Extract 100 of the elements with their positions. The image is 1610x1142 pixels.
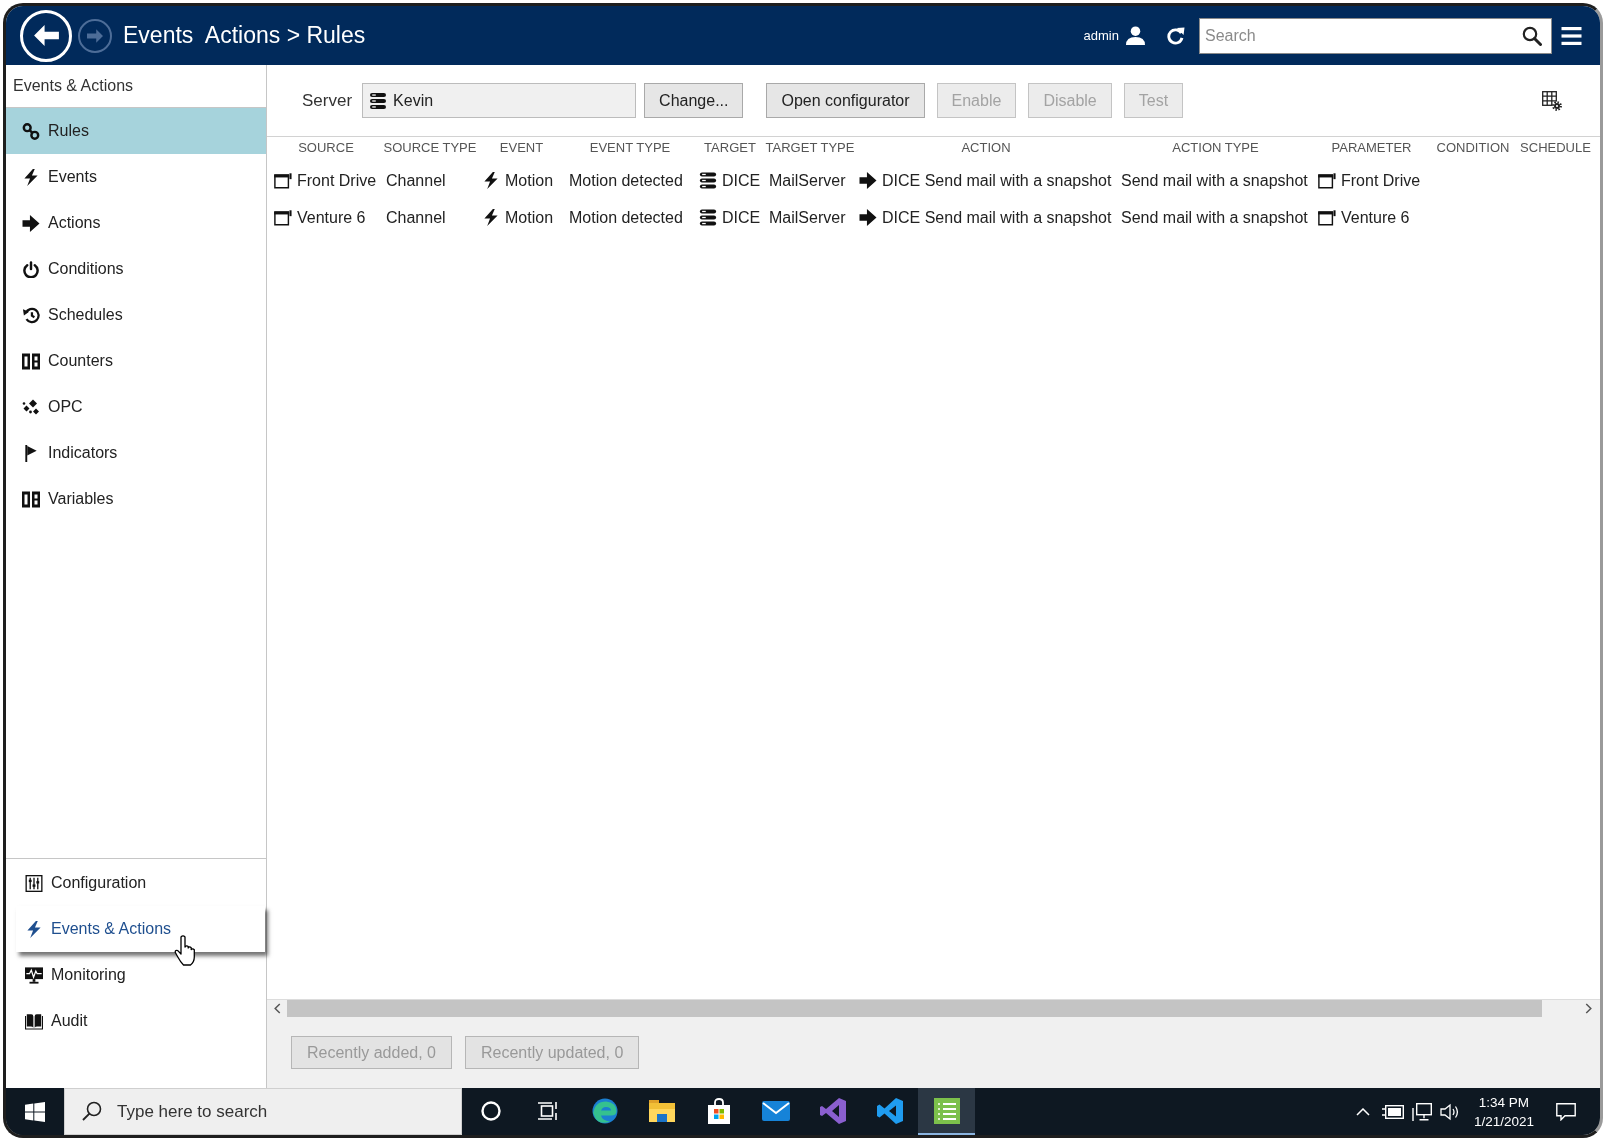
sidebar-item[interactable]: OPC bbox=[6, 384, 266, 430]
sidebar-item[interactable]: Counters bbox=[6, 338, 266, 384]
swirl-icon bbox=[591, 1097, 618, 1124]
history-icon bbox=[22, 306, 40, 324]
task-view-icon bbox=[536, 1100, 559, 1121]
lined-sheet-icon bbox=[933, 1097, 960, 1124]
window-icon bbox=[274, 172, 292, 189]
user-icon[interactable] bbox=[1126, 26, 1145, 45]
window-icon bbox=[1318, 172, 1336, 189]
column-header[interactable]: ACTION TYPE bbox=[1172, 140, 1259, 155]
lightning-icon bbox=[22, 168, 40, 186]
table-cell: Motion detected bbox=[569, 171, 683, 190]
column-header[interactable]: TARGET TYPE bbox=[765, 140, 855, 155]
notification-icon[interactable] bbox=[1556, 1102, 1576, 1121]
arrow-right-icon bbox=[87, 28, 103, 43]
sidebar-item[interactable]: Schedules bbox=[6, 292, 266, 338]
refresh-icon[interactable] bbox=[1166, 26, 1185, 45]
hand-cursor-icon bbox=[174, 934, 198, 966]
chevron-right-icon[interactable] bbox=[1585, 1003, 1593, 1014]
table-cell: Send mail with a snapshot bbox=[1121, 171, 1308, 190]
sidebar-item[interactable]: Variables bbox=[6, 476, 266, 522]
back-button[interactable] bbox=[20, 9, 72, 62]
lightning-icon bbox=[482, 172, 500, 189]
taskbar-button[interactable] bbox=[918, 1088, 975, 1135]
column-header[interactable]: SOURCE TYPE bbox=[383, 140, 477, 155]
toolbar-button[interactable]: Open configurator bbox=[766, 83, 925, 118]
table-cell: MailServer bbox=[769, 208, 846, 227]
sidebar-item[interactable]: Rules bbox=[6, 108, 266, 154]
server-field[interactable]: Kevin bbox=[362, 83, 637, 118]
battery-icon[interactable] bbox=[1381, 1104, 1404, 1119]
table-cell: Channel bbox=[386, 171, 446, 190]
table-cell: Front Drive bbox=[297, 171, 377, 190]
table-cell: Venture 6 bbox=[297, 208, 366, 227]
column-header[interactable]: ACTION bbox=[961, 140, 1011, 155]
arrow-right-icon bbox=[859, 209, 877, 226]
table-cell: DICE Send mail with a snapshot bbox=[882, 171, 1112, 190]
clock-date[interactable]: 1/21/2021 bbox=[1473, 1111, 1534, 1131]
column-header[interactable]: EVENT bbox=[499, 140, 544, 155]
network-icon[interactable] bbox=[1411, 1102, 1432, 1121]
column-header[interactable]: TARGET bbox=[704, 140, 756, 155]
sidebar-item[interactable]: Actions bbox=[6, 200, 266, 246]
server-label: Server bbox=[302, 90, 353, 111]
clock-time[interactable]: 1:34 PM bbox=[1478, 1092, 1530, 1112]
search-icon[interactable] bbox=[1522, 25, 1542, 46]
stack-icon bbox=[699, 172, 717, 189]
stack-icon bbox=[699, 209, 717, 226]
page-title: Events Actions > Rules bbox=[123, 22, 366, 49]
ring-icon bbox=[480, 1100, 501, 1121]
taskbar-search-field[interactable]: Type here to search bbox=[64, 1088, 462, 1135]
column-header[interactable]: SCHEDULE bbox=[1520, 140, 1591, 155]
link-icon bbox=[22, 122, 40, 140]
table-cell: Channel bbox=[386, 208, 446, 227]
sidebar-item[interactable]: Events bbox=[6, 154, 266, 200]
arrow-left-icon bbox=[33, 25, 59, 46]
module-item[interactable]: Events & Actions bbox=[16, 906, 265, 952]
table-cell: Front Drive bbox=[1341, 171, 1421, 190]
infinity-ribbon-icon bbox=[819, 1097, 846, 1124]
grid-gear-icon[interactable] bbox=[1542, 90, 1562, 111]
folded-ribbon-icon bbox=[876, 1097, 903, 1124]
lightning-icon bbox=[25, 920, 43, 938]
stack-icon bbox=[369, 92, 388, 109]
sliders-icon bbox=[25, 874, 43, 892]
arrow-right-icon bbox=[859, 172, 877, 189]
digit-tiles-icon bbox=[22, 352, 40, 370]
pulse-monitor-icon bbox=[25, 966, 43, 984]
table-cell: Send mail with a snapshot bbox=[1121, 208, 1308, 227]
shopping-bag-icon bbox=[705, 1097, 732, 1124]
table-cell: MailServer bbox=[769, 171, 846, 190]
speaker-icon[interactable] bbox=[1439, 1102, 1460, 1121]
lightning-icon bbox=[482, 209, 500, 226]
four-panes-icon bbox=[25, 1101, 45, 1122]
arrow-right-icon bbox=[22, 214, 40, 232]
diamonds-icon bbox=[22, 398, 40, 416]
search-icon bbox=[82, 1101, 102, 1121]
digit-tiles-icon bbox=[22, 490, 40, 508]
window-icon bbox=[274, 209, 292, 226]
table-cell: Venture 6 bbox=[1341, 208, 1410, 227]
table-cell: Motion bbox=[505, 208, 554, 227]
table-cell: DICE bbox=[722, 208, 761, 227]
menu-icon[interactable] bbox=[1561, 26, 1582, 45]
window-icon bbox=[1318, 209, 1336, 226]
table-cell: DICE Send mail with a snapshot bbox=[882, 208, 1112, 227]
search-field[interactable]: Search bbox=[1199, 17, 1552, 54]
table-cell: Motion detected bbox=[569, 208, 683, 227]
folder-icon bbox=[648, 1099, 675, 1122]
table-cell: DICE bbox=[722, 171, 761, 190]
column-header[interactable]: SOURCE bbox=[298, 140, 354, 155]
column-header[interactable]: PARAMETER bbox=[1331, 140, 1412, 155]
sidebar-item[interactable]: Indicators bbox=[6, 430, 266, 476]
column-header[interactable]: CONDITION bbox=[1436, 140, 1510, 155]
power-icon bbox=[22, 260, 40, 278]
toolbar-button[interactable]: Change... bbox=[644, 83, 744, 118]
envelope-icon bbox=[761, 1100, 790, 1121]
user-name: admin bbox=[1083, 28, 1119, 43]
chevron-left-icon[interactable] bbox=[273, 1003, 281, 1014]
sidebar-item[interactable]: Conditions bbox=[6, 246, 266, 292]
table-cell: Motion bbox=[505, 171, 554, 190]
column-header[interactable]: EVENT TYPE bbox=[589, 140, 671, 155]
chevron-up-icon[interactable] bbox=[1355, 1107, 1370, 1116]
forward-button[interactable] bbox=[78, 18, 112, 53]
